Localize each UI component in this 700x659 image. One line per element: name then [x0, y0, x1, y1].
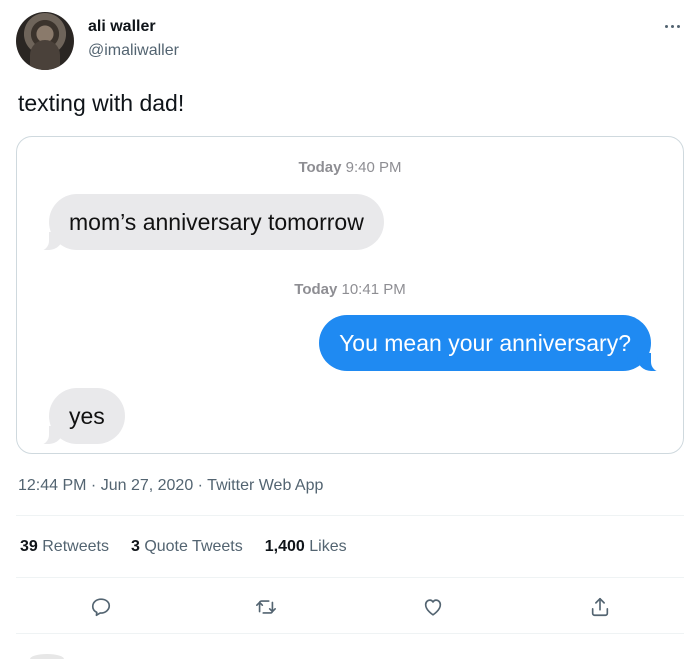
heart-icon — [424, 599, 442, 616]
dot — [664, 24, 668, 28]
tweet-stats: 39 Retweets 3 Quote Tweets 1,400 Likes — [20, 538, 347, 556]
avatar[interactable] — [16, 12, 74, 70]
dot — [670, 24, 674, 28]
quote-tweets-count: 3 — [130, 538, 140, 555]
retweets-count: 39 — [20, 538, 38, 555]
source-app[interactable]: Twitter Web App — [207, 477, 323, 494]
next-avatar-peek — [30, 654, 64, 659]
timestamp-day: Today — [298, 159, 342, 176]
message-timestamp: Today 10:41 PM — [17, 281, 683, 298]
tweet-time[interactable]: 12:44 PM — [18, 477, 86, 494]
retweet-icon — [256, 600, 276, 614]
retweets-label: Retweets — [42, 538, 109, 555]
message-text: yes — [69, 403, 105, 429]
message-bubble-outgoing: You mean your anniversary? — [319, 315, 665, 372]
likes-label: Likes — [309, 538, 347, 555]
tweet: ali waller @imaliwaller texting with dad… — [0, 0, 700, 659]
share-icon — [591, 597, 609, 617]
tweet-image[interactable]: Today 9:40 PM mom’s anniversary tomorrow… — [16, 136, 684, 454]
divider — [16, 515, 684, 516]
more-icon[interactable] — [660, 20, 684, 32]
like-button[interactable] — [418, 592, 448, 622]
display-name[interactable]: ali waller — [88, 18, 156, 36]
user-handle[interactable]: @imaliwaller — [88, 42, 179, 60]
dot — [676, 24, 680, 28]
tweet-date[interactable]: Jun 27, 2020 — [101, 477, 194, 494]
timestamp-time: 9:40 PM — [345, 159, 402, 176]
likes-stat[interactable]: 1,400 Likes — [265, 538, 347, 556]
message-timestamp: Today 9:40 PM — [17, 159, 683, 176]
divider — [16, 633, 684, 634]
quote-tweets-label: Quote Tweets — [144, 538, 243, 555]
message-text: You mean your anniversary? — [339, 330, 631, 356]
tweet-meta: 12:44 PM · Jun 27, 2020 · Twitter Web Ap… — [18, 477, 323, 495]
separator: · — [86, 477, 101, 494]
retweet-button[interactable] — [251, 592, 281, 622]
likes-count: 1,400 — [264, 538, 305, 555]
timestamp-time: 10:41 PM — [341, 281, 406, 298]
retweets-stat[interactable]: 39 Retweets — [20, 538, 109, 556]
separator: · — [193, 477, 208, 494]
message-text: mom’s anniversary tomorrow — [69, 209, 364, 235]
tweet-text: texting with dad! — [18, 90, 185, 116]
timestamp-day: Today — [294, 281, 338, 298]
action-bar — [0, 592, 700, 622]
divider — [16, 577, 684, 578]
reply-button[interactable] — [86, 592, 116, 622]
share-button[interactable] — [585, 592, 615, 622]
quote-tweets-stat[interactable]: 3 Quote Tweets — [131, 538, 243, 556]
reply-icon — [91, 598, 111, 617]
message-bubble-incoming: mom’s anniversary tomorrow — [35, 194, 384, 251]
message-bubble-incoming: yes — [35, 388, 125, 445]
